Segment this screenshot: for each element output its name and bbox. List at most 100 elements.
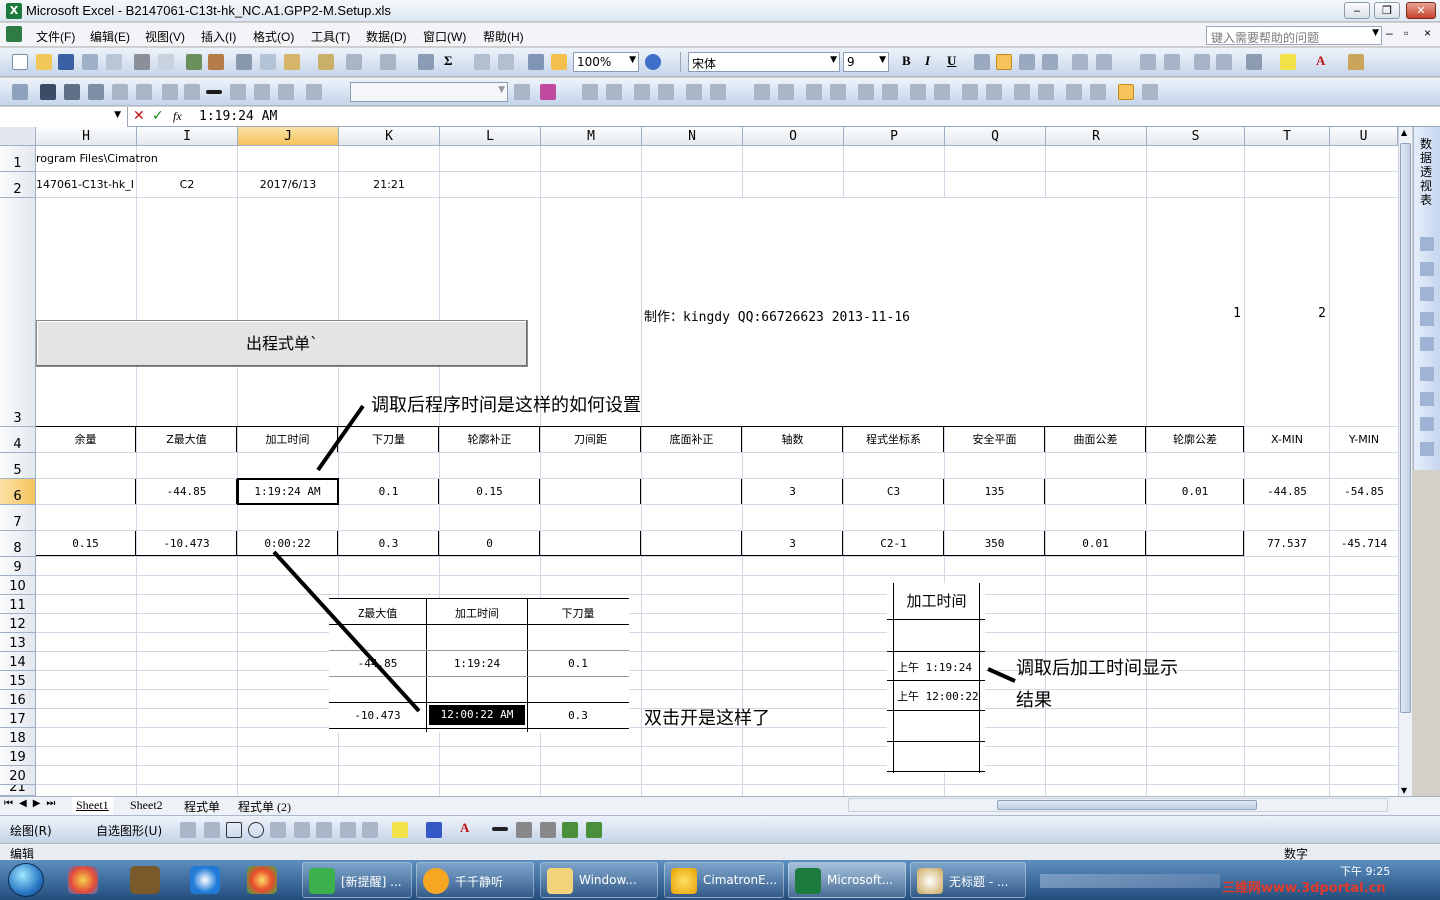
align-center-icon[interactable] — [996, 54, 1012, 70]
research-icon[interactable] — [208, 54, 224, 70]
tab-program-sheet-2[interactable]: 程式单 (2) — [234, 797, 295, 815]
toolbar-l-icon[interactable] — [306, 84, 322, 100]
pane-icon-1[interactable] — [1420, 237, 1434, 251]
excel-app-icon[interactable]: X — [6, 3, 22, 19]
percent-icon[interactable] — [1096, 54, 1112, 70]
task-music-player[interactable]: 千千静听 — [416, 862, 534, 898]
menu-help[interactable]: 帮助(H) — [483, 28, 524, 45]
restore-button[interactable]: ❐ — [1374, 2, 1400, 19]
draw-menu[interactable]: 绘图(R) — [10, 822, 52, 839]
column-header-r[interactable]: R — [1046, 127, 1147, 146]
column-header-h[interactable]: H — [36, 127, 137, 146]
toolbar-x-icon[interactable] — [830, 84, 846, 100]
chart-wizard-icon[interactable] — [528, 54, 544, 70]
help-icon[interactable] — [645, 54, 661, 70]
line-color-icon[interactable] — [426, 822, 442, 838]
row-header-16[interactable]: 16 — [0, 690, 36, 709]
italic-button[interactable]: I — [925, 53, 930, 69]
diagram-icon[interactable] — [316, 822, 332, 838]
toolbar-t-icon[interactable] — [710, 84, 726, 100]
arrow-style-icon[interactable] — [540, 822, 556, 838]
menu-insert[interactable]: 插入(I) — [201, 28, 236, 45]
toolbar-y-icon[interactable] — [858, 84, 874, 100]
select-all-corner[interactable] — [0, 127, 36, 146]
column-header-m[interactable]: M — [541, 127, 642, 146]
fill-color-draw-icon[interactable] — [392, 822, 408, 838]
pane-icon-9[interactable] — [1420, 442, 1434, 456]
pane-icon-4[interactable] — [1420, 312, 1434, 326]
font-color-icon[interactable]: A — [1316, 53, 1325, 69]
toolbar-o-icon[interactable] — [582, 84, 598, 100]
drawing-icon[interactable] — [551, 54, 567, 70]
doc-minimize-icon[interactable]: – — [1386, 26, 1393, 40]
menu-file[interactable]: 文件(F) — [36, 28, 75, 45]
tab-program-sheet[interactable]: 程式单 — [180, 797, 224, 815]
vertical-scrollbar[interactable]: ▲ ▼ — [1398, 127, 1412, 796]
redo-icon[interactable] — [380, 54, 396, 70]
toolbar-v-icon[interactable] — [778, 84, 794, 100]
font-color-draw-icon[interactable]: A — [460, 820, 469, 836]
horizontal-scrollbar[interactable] — [848, 798, 1388, 812]
column-header-n[interactable]: N — [642, 127, 743, 146]
pane-icon-2[interactable] — [1420, 262, 1434, 276]
column-header-l[interactable]: L — [440, 127, 541, 146]
align-left-icon[interactable] — [974, 54, 990, 70]
help-question-input[interactable]: 键入需要帮助的问题 ▼ — [1206, 26, 1382, 45]
toolbar-z-icon[interactable] — [882, 84, 898, 100]
column-header-k[interactable]: K — [339, 127, 440, 146]
underline-button[interactable]: U — [947, 53, 956, 69]
tab-sheet2[interactable]: Sheet2 — [126, 797, 167, 815]
pane-icon-5[interactable] — [1420, 337, 1434, 351]
toolbar-ai-icon[interactable] — [1118, 84, 1134, 100]
align-right-icon[interactable] — [1019, 54, 1035, 70]
start-button[interactable] — [8, 863, 44, 897]
task-excel[interactable]: Microsoft... — [788, 862, 906, 898]
autosum-icon[interactable]: Σ — [444, 53, 453, 69]
toolbar-w-icon[interactable] — [806, 84, 822, 100]
currency-icon[interactable] — [1072, 54, 1088, 70]
toolbar-a-icon[interactable] — [12, 84, 28, 100]
line-weight-icon[interactable] — [206, 90, 222, 94]
row-header-17[interactable]: 17 — [0, 709, 36, 728]
oval-icon[interactable] — [248, 822, 264, 838]
toolbar-q-icon[interactable] — [634, 84, 650, 100]
row-header-12[interactable]: 12 — [0, 614, 36, 633]
row-header-3[interactable]: 3 — [0, 198, 36, 427]
toolbar-j-icon[interactable] — [254, 84, 270, 100]
name-box[interactable]: ▼ — [0, 107, 128, 127]
column-header-q[interactable]: Q — [945, 127, 1046, 146]
task-explorer[interactable]: Window... — [540, 862, 658, 898]
worksheet-grid[interactable]: rogram Files\Cimatron 147061-C13t-hk_I C… — [36, 146, 1398, 796]
toolbar-r-icon[interactable] — [658, 84, 674, 100]
column-header-o[interactable]: O — [743, 127, 844, 146]
style-select[interactable]: ▼ — [350, 82, 508, 102]
font-size-select[interactable]: 9 ▼ — [843, 52, 889, 72]
permission-icon[interactable] — [82, 54, 98, 70]
toolbar-p-icon[interactable] — [606, 84, 622, 100]
cut-icon[interactable] — [236, 54, 252, 70]
toolbar-c-icon[interactable] — [64, 84, 80, 100]
browser-icon[interactable] — [247, 866, 277, 894]
zoom-select[interactable]: 100% ▼ — [573, 52, 639, 72]
toolbar-ad-icon[interactable] — [986, 84, 1002, 100]
row-header-4[interactable]: 4 — [0, 427, 36, 453]
undo-icon[interactable] — [346, 54, 362, 70]
tab-scroll-arrows[interactable]: ⏮◀▶⏭ — [4, 798, 61, 809]
pane-icon-3[interactable] — [1420, 287, 1434, 301]
formula-input[interactable]: 1:19:24 AM — [199, 109, 277, 124]
row-header-21[interactable]: 21 — [0, 785, 36, 796]
tray-icons[interactable] — [1040, 874, 1220, 888]
menu-window[interactable]: 窗口(W) — [423, 28, 466, 45]
toolbar-ab-icon[interactable] — [934, 84, 950, 100]
menu-view[interactable]: 视图(V) — [145, 28, 185, 45]
column-header-s[interactable]: S — [1147, 127, 1245, 146]
cancel-entry-icon[interactable]: ✕ — [133, 108, 145, 124]
menu-tools[interactable]: 工具(T) — [311, 28, 350, 45]
toolbar-af-icon[interactable] — [1038, 84, 1054, 100]
toolbar-k-icon[interactable] — [278, 84, 294, 100]
row-header-10[interactable]: 10 — [0, 576, 36, 595]
arrow-icon[interactable] — [204, 822, 220, 838]
task-reminder[interactable]: [新提醒] ... — [302, 862, 412, 898]
scroll-up-icon[interactable]: ▲ — [1401, 128, 1407, 137]
toolbar-s-icon[interactable] — [686, 84, 702, 100]
